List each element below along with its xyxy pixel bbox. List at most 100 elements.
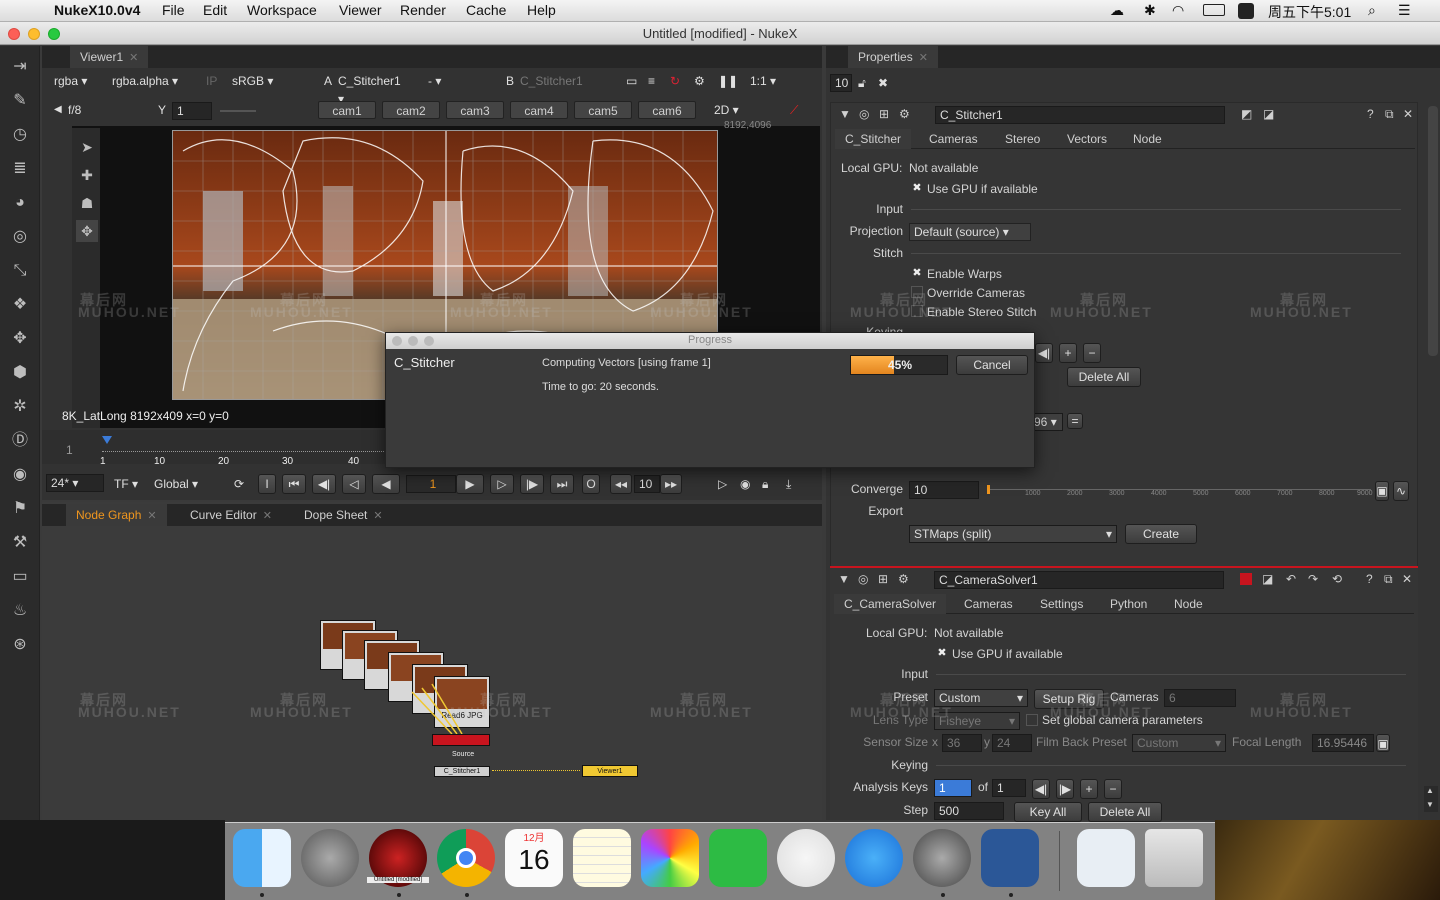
furnace-icon[interactable]: ♨ bbox=[9, 600, 31, 622]
sogou-icon[interactable] bbox=[1238, 3, 1254, 19]
record-icon[interactable]: ◉ bbox=[736, 475, 754, 493]
y-field[interactable]: 1 bbox=[172, 102, 212, 120]
channels-list-icon[interactable]: ≡ bbox=[644, 72, 659, 90]
create-button[interactable]: Create bbox=[1125, 524, 1197, 544]
viewer-node[interactable]: Viewer1 bbox=[582, 765, 638, 777]
color-icon[interactable]: ◕ bbox=[9, 192, 31, 214]
override-cameras-checkbox[interactable] bbox=[911, 286, 923, 298]
cara-vr-icon[interactable]: ⊛ bbox=[9, 634, 31, 656]
node-icon[interactable]: ◎ bbox=[859, 107, 869, 121]
menu-viewer[interactable]: Viewer bbox=[339, 2, 382, 18]
converge-slider[interactable]: 1000 2000 3000 4000 5000 6000 7000 8000 … bbox=[987, 481, 1373, 499]
tab-cameras[interactable]: Cameras bbox=[954, 594, 1023, 614]
prev-key-icon[interactable]: ◀| bbox=[1032, 779, 1050, 799]
flipbook-icon[interactable]: ▷ bbox=[714, 475, 731, 493]
tab-viewer1[interactable]: Viewer1 ✕ bbox=[70, 46, 149, 68]
menu-help[interactable]: Help bbox=[527, 2, 556, 18]
app-name[interactable]: NukeX10.0v4 bbox=[54, 2, 140, 18]
launchpad-icon[interactable] bbox=[301, 829, 359, 887]
loop-icon[interactable]: ⟳ bbox=[230, 475, 248, 493]
keyer-icon[interactable]: ⤡ bbox=[9, 260, 31, 282]
collapse-icon[interactable]: ▼ bbox=[838, 572, 850, 586]
close-icon[interactable]: ✕ bbox=[147, 510, 156, 522]
sysprefs-icon[interactable] bbox=[913, 829, 971, 887]
skip-forward-icon[interactable]: ▸▸ bbox=[660, 474, 682, 494]
next-key-icon[interactable]: |▶ bbox=[520, 474, 544, 494]
notification-center-icon[interactable]: ☰ bbox=[1398, 2, 1411, 19]
calendar-icon[interactable]: 12月 16 bbox=[505, 829, 563, 887]
sensor-x-field[interactable]: 36 bbox=[942, 734, 982, 752]
lens-type-select[interactable]: Fisheye ▾ bbox=[934, 712, 1020, 730]
cancel-button[interactable]: Cancel bbox=[956, 355, 1028, 375]
delete-all-button[interactable]: Delete All bbox=[1088, 802, 1162, 822]
node-name-field[interactable]: C_CameraSolver1 bbox=[934, 571, 1224, 589]
projection-select[interactable]: Default (source) ▾ bbox=[909, 223, 1031, 241]
equals-button[interactable]: = bbox=[1067, 413, 1083, 429]
revert-icon[interactable]: ⟲ bbox=[1332, 572, 1342, 586]
add-key-icon[interactable]: + bbox=[1080, 779, 1098, 799]
menu-file[interactable]: File bbox=[162, 2, 185, 18]
channel-icon[interactable]: ≣ bbox=[9, 158, 31, 180]
tab-settings[interactable]: Settings bbox=[1030, 594, 1093, 614]
tab-node[interactable]: Node bbox=[1123, 129, 1172, 149]
tab-cameras[interactable]: Cameras bbox=[919, 129, 988, 149]
bluetooth-icon[interactable]: ✱ bbox=[1144, 2, 1156, 19]
tab-properties[interactable]: Properties ✕ bbox=[848, 46, 938, 68]
center-node-icon[interactable]: ⊞ bbox=[879, 107, 889, 121]
wipe-icon[interactable]: ▭ bbox=[622, 72, 641, 90]
roi-icon[interactable]: ⚙ bbox=[690, 72, 709, 90]
alpha-select[interactable]: rgba.alpha ▾ bbox=[108, 72, 196, 90]
settings-icon[interactable]: ⚙ bbox=[898, 572, 909, 586]
play-forward-icon[interactable]: ▶ bbox=[456, 474, 484, 494]
close-icon[interactable]: ✕ bbox=[129, 52, 138, 64]
converge-field[interactable]: 10 bbox=[909, 481, 979, 499]
tab-vectors[interactable]: Vectors bbox=[1057, 129, 1117, 149]
nuke-icon[interactable]: Untitled [modified] bbox=[367, 829, 429, 887]
tab-python[interactable]: Python bbox=[1100, 594, 1157, 614]
word-icon[interactable] bbox=[981, 829, 1039, 887]
close-icon[interactable]: ✕ bbox=[263, 510, 272, 522]
cam-tab-6[interactable]: cam6 bbox=[638, 101, 696, 119]
toolsets-icon[interactable]: ⚒ bbox=[9, 532, 31, 554]
properties-scrollbar[interactable] bbox=[1428, 106, 1438, 356]
time-icon[interactable]: ◷ bbox=[9, 124, 31, 146]
step-field[interactable]: 10 bbox=[634, 475, 660, 493]
redo-icon[interactable]: ↷ bbox=[1308, 572, 1318, 586]
prev-key-icon[interactable]: ◀| bbox=[1035, 343, 1053, 363]
b-input-select[interactable]: C_Stitcher1 bbox=[516, 72, 592, 90]
itunes-icon[interactable] bbox=[777, 829, 835, 887]
converge-curve-icon[interactable]: ∿ bbox=[1393, 481, 1409, 501]
trash-icon[interactable] bbox=[1145, 829, 1203, 887]
move-icon[interactable]: ✥ bbox=[76, 220, 98, 242]
color-swatch-2-icon[interactable]: ◪ bbox=[1263, 107, 1274, 121]
gamma-slider[interactable] bbox=[220, 110, 256, 112]
spotlight-icon[interactable]: ⌕ bbox=[1368, 2, 1376, 19]
lock-icon[interactable]: 🔒︎ bbox=[758, 475, 772, 493]
facetime-icon[interactable] bbox=[709, 829, 767, 887]
tab-c-camerasolver[interactable]: C_CameraSolver bbox=[834, 594, 947, 614]
focal-length-field[interactable]: 16.95446 bbox=[1312, 734, 1374, 752]
camera-icon[interactable]: ☗ bbox=[76, 192, 98, 214]
cam-tab-3[interactable]: cam3 bbox=[446, 101, 504, 119]
scroll-down-icon[interactable]: ▼ bbox=[1426, 800, 1434, 809]
current-frame-field[interactable]: 1 bbox=[406, 475, 456, 493]
draw-icon[interactable]: ✎ bbox=[9, 90, 31, 112]
settings-icon[interactable]: ⚙ bbox=[899, 107, 910, 121]
film-back-select[interactable]: Custom ▾ bbox=[1132, 734, 1226, 752]
toolbar-toggle-icon[interactable]: ⇥ bbox=[9, 56, 31, 78]
paint-icon[interactable]: ⟋ bbox=[786, 101, 802, 119]
scroll-up-icon[interactable]: ▲ bbox=[1426, 786, 1434, 795]
3d-icon[interactable]: ⬢ bbox=[9, 362, 31, 384]
color-swatch-icon[interactable]: ◩ bbox=[1241, 107, 1252, 121]
tab-node[interactable]: Node bbox=[1164, 594, 1213, 614]
tab-node-graph[interactable]: Node Graph ✕ bbox=[66, 504, 167, 526]
stitcher-node[interactable]: C_Stitcher1 bbox=[434, 766, 490, 777]
scroll-arrows[interactable]: ▲ ▼ bbox=[1424, 786, 1438, 812]
camerasolver-node[interactable] bbox=[432, 734, 490, 746]
menu-edit[interactable]: Edit bbox=[203, 2, 227, 18]
notes-icon[interactable] bbox=[573, 829, 631, 887]
documents-icon[interactable] bbox=[1077, 829, 1135, 887]
menu-cache[interactable]: Cache bbox=[466, 2, 506, 18]
of-field[interactable]: 1 bbox=[992, 779, 1026, 797]
battery-icon[interactable] bbox=[1203, 4, 1225, 16]
